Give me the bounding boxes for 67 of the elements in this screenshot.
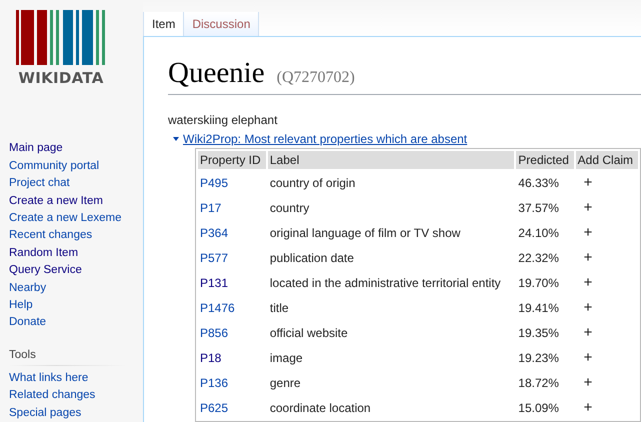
sidebar-link[interactable]: What links here (9, 370, 88, 388)
label-cell-text: country of origin (268, 174, 356, 192)
add-claim-link[interactable]: + (578, 399, 592, 416)
column-header: Property ID (198, 151, 266, 169)
property-id-link[interactable]: P136 (200, 376, 228, 390)
label-cell-text: publication date (268, 250, 355, 266)
column-header: Add Claim (576, 151, 638, 169)
sidebar-link[interactable]: Main page (9, 140, 63, 158)
item-id: (Q7270702) (276, 69, 355, 87)
item-description: waterskiing elephant (168, 113, 278, 127)
predicted-cell-text: 37.57% (517, 200, 560, 216)
property-id-link[interactable]: P495 (200, 176, 228, 190)
label-cell-text: country (268, 200, 310, 216)
label-cell-text: official website (268, 324, 349, 342)
logo-wordmark: WIKIDATA (18, 69, 104, 87)
sidebar-link[interactable]: Random Item (9, 244, 78, 262)
label-cell-text: image (268, 350, 304, 366)
sidebar-link[interactable]: Recent changes (9, 227, 92, 245)
sidebar-link[interactable]: Community portal (9, 158, 100, 176)
predicted-cell-text: 19.35% (517, 324, 560, 342)
label-cell-text: coordinate location (268, 400, 372, 416)
predicted-cell-text: 22.32% (517, 250, 560, 266)
sidebar-link[interactable]: Query Service (9, 262, 82, 280)
barcode-logo-icon (16, 10, 106, 65)
predicted-cell-text: 19.70% (517, 274, 560, 292)
add-claim-link[interactable]: + (578, 299, 592, 316)
property-id-link[interactable]: P856 (200, 326, 228, 340)
page-title: Queenie (168, 57, 265, 90)
sidebar-link[interactable]: Project chat (9, 175, 70, 193)
label-cell-text: original language of film or TV show (268, 224, 462, 242)
page-tab[interactable]: Item (143, 12, 184, 36)
sidebar-link[interactable]: Nearby (9, 280, 46, 297)
property-id-link[interactable]: P131 (200, 276, 228, 290)
add-claim-link[interactable]: + (578, 174, 592, 191)
add-claim-link[interactable]: + (578, 274, 592, 291)
label-cell-text: title (268, 300, 290, 316)
property-id-link[interactable]: P625 (200, 400, 228, 414)
sidebar-link[interactable]: Help (9, 296, 33, 314)
wiki2prop-link[interactable]: Wiki2Prop: Most relevant properties which are absent (183, 132, 468, 146)
column-header: Label (268, 151, 514, 169)
property-id-link[interactable]: P17 (200, 200, 222, 214)
predicted-cell-text: 46.33% (517, 174, 560, 192)
property-id-link[interactable]: P18 (200, 350, 222, 364)
predicted-cell-text: 18.72% (517, 374, 560, 392)
sidebar-link[interactable]: Related changes (9, 387, 96, 405)
sidebar-link[interactable]: Donate (9, 314, 46, 332)
predicted-cell-text: 24.10% (517, 224, 560, 242)
sidebar-link[interactable]: Special pages (9, 404, 82, 422)
add-claim-link[interactable]: + (578, 249, 592, 266)
predicted-cell-text: 19.41% (517, 300, 560, 316)
sidebar-link[interactable]: Create a new Item (9, 192, 103, 210)
add-claim-link[interactable]: + (578, 349, 592, 366)
add-claim-link[interactable]: + (578, 199, 592, 216)
column-header: Predicted (516, 151, 574, 169)
predicted-cell-text: 15.09% (517, 400, 560, 416)
label-cell-text: genre (268, 374, 302, 392)
add-claim-link[interactable]: + (578, 374, 592, 391)
label-cell-text: located in the administrative territorial entity (268, 274, 502, 292)
toggle-triangle-icon[interactable] (172, 135, 180, 143)
add-claim-link[interactable]: + (578, 324, 592, 341)
property-id-link[interactable]: P364 (200, 226, 228, 240)
property-id-link[interactable]: P577 (200, 250, 228, 264)
predicted-cell-text: 19.23% (517, 350, 560, 366)
property-id-link[interactable]: P1476 (200, 300, 235, 314)
add-claim-link[interactable]: + (578, 224, 592, 241)
page-tab[interactable]: Discussion (183, 12, 260, 36)
sidebar-link[interactable]: Create a new Lexeme (9, 210, 122, 228)
